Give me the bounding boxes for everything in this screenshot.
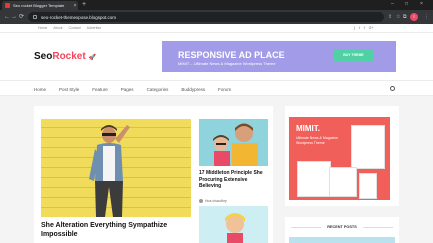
- profile-avatar[interactable]: I: [410, 13, 418, 21]
- logo-text-seo: Seo: [34, 51, 53, 62]
- buy-theme-button[interactable]: BUY THEME: [334, 50, 373, 61]
- google-plus-icon[interactable]: G+: [369, 26, 374, 30]
- logo-text-rocket: Rocket: [52, 51, 86, 62]
- top-link-contact[interactable]: Contact: [69, 26, 81, 30]
- author-avatar: [199, 199, 203, 203]
- nav-item-buddypress[interactable]: Buddypress: [181, 87, 205, 92]
- browser-toolbar: ← → ⟳ seo-rocket-themexpose.blogspot.com…: [0, 10, 433, 24]
- top-link-advertise[interactable]: Advertise: [87, 26, 102, 30]
- post-meta: Hoa chaudhry: [199, 199, 227, 203]
- main-nav: Home Post Style Feature Pages Categories…: [0, 80, 433, 96]
- author-name[interactable]: Hoa chaudhry: [205, 199, 227, 203]
- theme-preview-screen: [297, 161, 331, 197]
- rss-icon[interactable]: ʃ: [354, 26, 355, 30]
- rocket-icon: 🚀: [88, 55, 96, 61]
- nav-item-pages[interactable]: Pages: [121, 87, 134, 92]
- top-bar: Home About Contact Advertise ʃ t f G+: [0, 24, 433, 33]
- browser-tab[interactable]: Seo rocket Blogger Template ×: [2, 1, 78, 10]
- tab-title: Seo rocket Blogger Template: [13, 3, 65, 8]
- nav-item-feature[interactable]: Feature: [92, 87, 108, 92]
- girl-photo: [199, 206, 268, 243]
- extensions-icon[interactable]: ⧉: [403, 13, 407, 21]
- recent-posts-widget: RECENT POSTS: [285, 217, 399, 243]
- divider: [363, 227, 393, 228]
- maximize-icon[interactable]: □: [405, 1, 408, 7]
- share-icon[interactable]: ⇪: [388, 13, 392, 21]
- close-tab-icon[interactable]: ×: [72, 3, 78, 9]
- site-logo[interactable]: SeoRocket 🚀: [34, 51, 96, 62]
- recent-post-thumbnail[interactable]: [289, 237, 395, 243]
- featured-posts: She Alteration Everything Sympathize Imp…: [34, 106, 273, 243]
- nav-item-categories[interactable]: Categories: [147, 87, 169, 92]
- family-photo: [213, 123, 258, 166]
- nav-item-home[interactable]: Home: [34, 87, 46, 92]
- favicon-icon: [5, 3, 10, 8]
- nav-item-forum[interactable]: Forum: [218, 87, 231, 92]
- ad-subtitle: MIMIT – Ultimate News & Magazine Wordpre…: [178, 61, 276, 66]
- mimit-title: MIMIT.: [296, 124, 320, 133]
- close-window-icon[interactable]: ×: [420, 1, 423, 7]
- sidebar-ad-widget: MIMIT. Ultimate News & Magazine Wordpres…: [285, 106, 399, 206]
- lock-icon[interactable]: [33, 15, 37, 19]
- forward-icon[interactable]: →: [11, 13, 17, 21]
- search-icon[interactable]: [390, 86, 395, 91]
- reload-icon[interactable]: ⟳: [19, 13, 24, 21]
- menu-icon[interactable]: ⋮: [424, 13, 429, 21]
- post-title[interactable]: 17 Middleton Principle She Procuring Ext…: [199, 170, 268, 190]
- ad-banner[interactable]: RESPONSIVE AD PLACE MIMIT – Ultimate New…: [162, 41, 396, 72]
- theme-preview-screen: [351, 125, 385, 169]
- ad-title: RESPONSIVE AD PLACE: [178, 50, 285, 60]
- minimize-icon[interactable]: –: [391, 1, 394, 7]
- browser-tab-bar: Seo rocket Blogger Template × + – □ ×: [0, 0, 433, 10]
- theme-preview-screen: [329, 167, 357, 197]
- twitter-icon[interactable]: t: [359, 26, 360, 30]
- new-tab-button[interactable]: +: [82, 1, 86, 9]
- facebook-icon[interactable]: f: [364, 26, 365, 30]
- top-link-home[interactable]: Home: [38, 26, 47, 30]
- hero-image[interactable]: [41, 119, 191, 217]
- url-text[interactable]: seo-rocket-themexpose.blogspot.com: [41, 15, 116, 20]
- post-thumbnail-girl[interactable]: [199, 206, 268, 243]
- mimit-subtitle: Ultimate News & Magazine Wordpress Theme: [296, 136, 339, 145]
- theme-preview-screen: [359, 173, 377, 199]
- mimit-ad[interactable]: MIMIT. Ultimate News & Magazine Wordpres…: [289, 117, 390, 200]
- address-bar[interactable]: seo-rocket-themexpose.blogspot.com: [28, 12, 384, 22]
- top-link-about[interactable]: About: [53, 26, 62, 30]
- back-icon[interactable]: ←: [4, 13, 10, 21]
- hero-post-title[interactable]: She Alteration Everything Sympathize Imp…: [41, 221, 201, 239]
- post-thumbnail-family[interactable]: [199, 119, 268, 166]
- site-header: SeoRocket 🚀 RESPONSIVE AD PLACE MIMIT – …: [0, 33, 433, 80]
- nav-item-post-style[interactable]: Post Style: [59, 87, 79, 92]
- man-with-sunglasses-photo: [89, 125, 130, 217]
- top-links: Home About Contact Advertise: [38, 26, 101, 30]
- star-icon[interactable]: ☆: [396, 13, 400, 21]
- social-links: ʃ t f G+: [354, 26, 374, 30]
- web-page: Home About Contact Advertise ʃ t f G+ Se…: [0, 24, 433, 243]
